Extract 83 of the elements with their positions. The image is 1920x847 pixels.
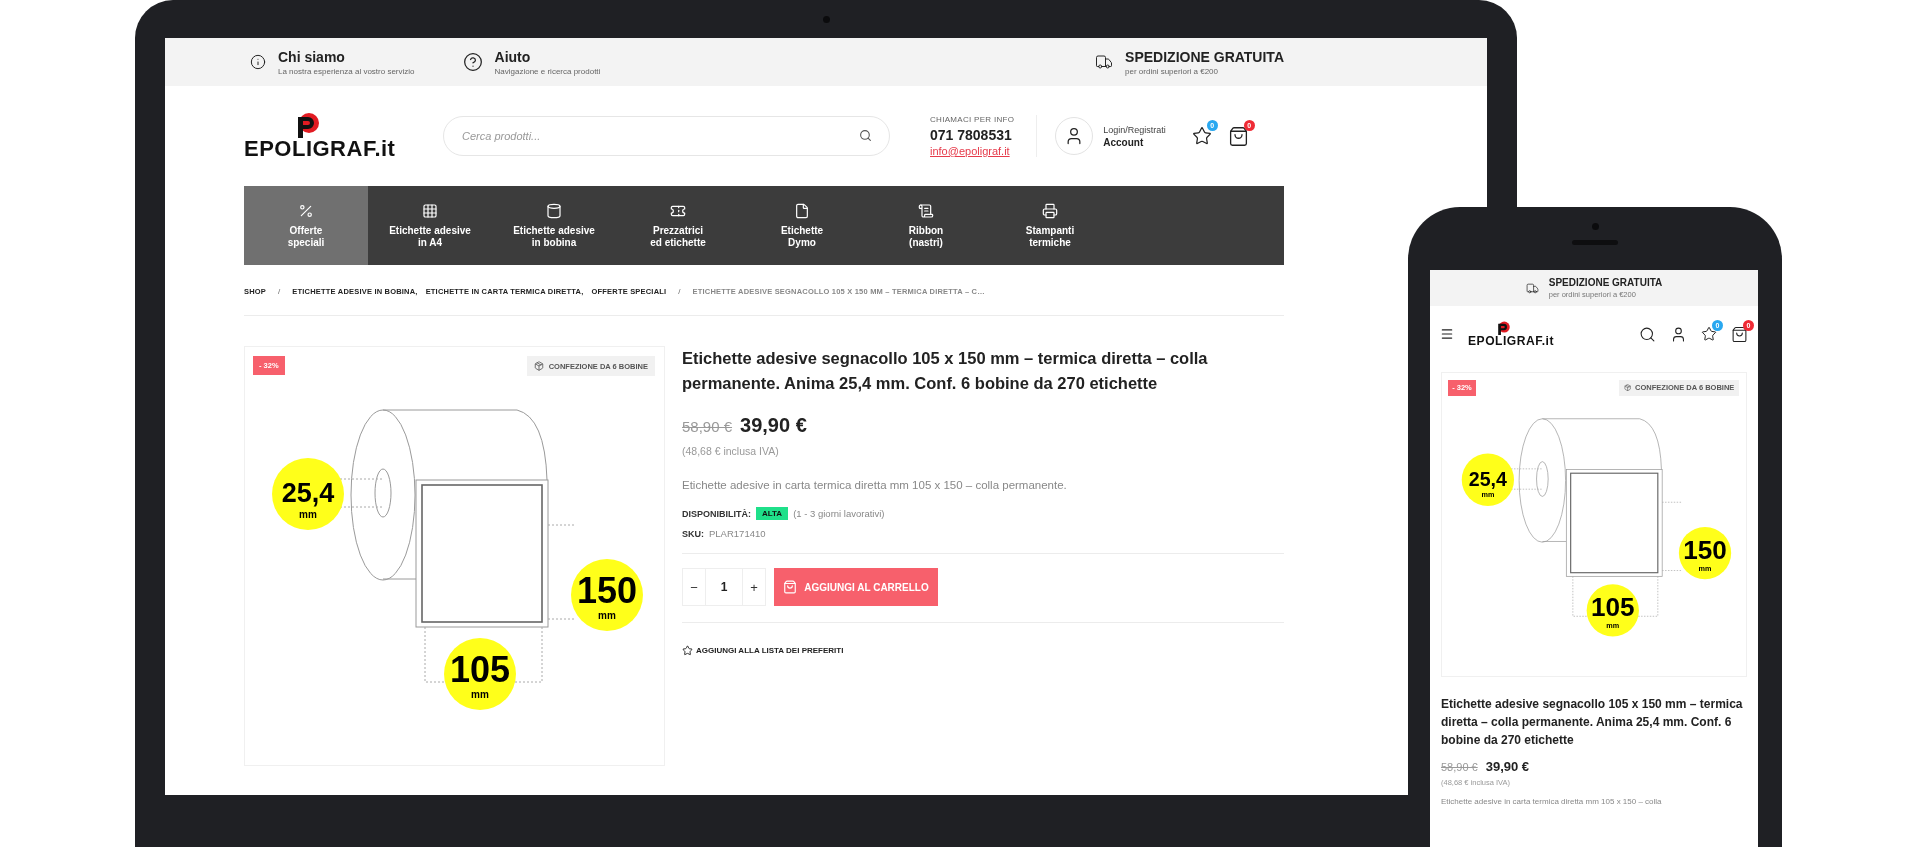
cart-icon[interactable] xyxy=(1227,125,1249,147)
decrease-button[interactable]: − xyxy=(682,568,706,606)
file-icon xyxy=(794,202,810,219)
help-icon[interactable] xyxy=(462,52,483,72)
wishlist-icon[interactable] xyxy=(1191,126,1212,146)
price: 39,90 € xyxy=(740,414,807,437)
login-link[interactable]: Login/Registrati xyxy=(1103,124,1166,135)
dimension-value: 105 xyxy=(1591,592,1635,623)
old-price: 58,90 € xyxy=(1441,761,1478,773)
availability-label: DISPONIBILITÀ: xyxy=(682,508,751,519)
nav-item[interactable]: Etichette adesive in bobina xyxy=(492,186,616,265)
nav-item[interactable]: Prezzatrici ed etichette xyxy=(616,186,740,265)
cylinder-icon xyxy=(546,202,562,219)
dimension-value: 150 xyxy=(1683,534,1727,565)
email-link[interactable]: info@epoligraf.it xyxy=(930,145,1015,157)
dimension-unit: mm xyxy=(1606,620,1620,630)
nav-item[interactable]: Offerte speciali xyxy=(244,186,368,265)
wishlist-link[interactable]: AGGIUNGI ALLA LISTA DEI PREFERITI xyxy=(682,645,1284,656)
product-title: Etichette adesive segnacollo 105 x 150 mm – termica diretta – colla permanente. Anima 25,4 mm. Conf. 6 bobine da 270 etichette xyxy=(682,348,1209,394)
percent-icon xyxy=(298,202,314,219)
dimension-value: 25,4 xyxy=(1468,467,1507,490)
top-link-title[interactable]: Aiuto xyxy=(494,48,601,65)
top-link-title[interactable]: Chi siamo xyxy=(278,48,415,65)
search-field[interactable]: Cerca prodotti... xyxy=(443,116,890,156)
truck-icon xyxy=(1525,281,1539,295)
nav-item[interactable]: Etichette adesive in A4 xyxy=(368,186,492,265)
phone-number: 071 7808531 xyxy=(930,127,1013,143)
product-title: Etichette adesive segnacollo 105 x 150 mm – termica diretta – colla permanente. Anima 25,4 mm. Conf. 6 bobine da 270 etichette xyxy=(1441,696,1744,749)
dimension-unit: mm xyxy=(471,689,489,700)
dimension-circle xyxy=(571,559,643,631)
shipping-title: SPEDIZIONE GRATUITA xyxy=(1548,277,1663,288)
nav-item[interactable]: Etichette Dymo xyxy=(740,186,864,265)
search-icon[interactable] xyxy=(1639,325,1656,343)
dimension-value: 25,4 xyxy=(281,478,335,508)
search-icon[interactable] xyxy=(859,129,872,142)
account-label[interactable]: Account xyxy=(1103,136,1166,148)
logo-text[interactable]: EPOLIGRAF.it xyxy=(1468,335,1554,348)
dimension-circle xyxy=(272,458,344,530)
logo-mark xyxy=(1495,320,1510,336)
menu-icon[interactable] xyxy=(1440,327,1454,341)
availability-note: (1 - 3 giorni lavorativi) xyxy=(793,508,885,519)
top-link-subtitle: Navigazione e ricerca prodotti xyxy=(494,66,601,76)
truck-icon xyxy=(1095,53,1114,71)
dimension-unit: mm xyxy=(299,509,317,520)
shipping-title: SPEDIZIONE GRATUITA xyxy=(1125,48,1284,65)
old-price: 58,90 € xyxy=(682,418,733,435)
contact-label: CHIAMACI PER INFO xyxy=(930,115,1015,124)
nav-item[interactable]: Stampanti termiche xyxy=(988,186,1112,265)
dimension-value: 150 xyxy=(576,570,638,611)
dimension-value: 105 xyxy=(449,649,511,690)
dimension-circle xyxy=(1678,526,1732,580)
grid-icon xyxy=(422,202,438,219)
quantity-field[interactable]: 1 xyxy=(706,568,742,606)
dimension-unit: mm xyxy=(1698,563,1712,573)
shipping-subtitle: per ordini superiori a €200 xyxy=(1125,66,1219,76)
dimension-circle xyxy=(1586,584,1639,637)
increase-button[interactable]: + xyxy=(742,568,766,606)
dimension-unit: mm xyxy=(598,610,616,621)
sku-label: SKU: xyxy=(682,528,704,539)
cart-icon[interactable] xyxy=(1731,325,1748,343)
product-description: Etichette adesive in carta termica diretta mm 105 x 150 – colla xyxy=(1441,797,1663,806)
price: 39,90 € xyxy=(1485,759,1530,774)
breadcrumb-separator: / xyxy=(278,287,281,296)
wishlist-icon[interactable] xyxy=(1701,326,1717,342)
breadcrumb-separator: / xyxy=(678,287,681,296)
star-icon xyxy=(682,645,693,656)
info-icon[interactable] xyxy=(250,54,266,70)
dimension-circle xyxy=(1461,453,1515,506)
logo-text[interactable]: EPOLIGRAF.it xyxy=(244,138,396,160)
box-icon xyxy=(533,361,544,371)
scroll-icon xyxy=(918,202,934,219)
nav-item[interactable]: Ribbon (nastri) xyxy=(864,186,988,265)
dimension-circle xyxy=(444,638,516,710)
box-icon xyxy=(1624,384,1632,392)
top-link-subtitle: La nostra esperienza al vostro servizio xyxy=(278,66,415,76)
sku-value: PLAR171410 xyxy=(709,528,766,539)
printer-icon xyxy=(1042,202,1058,219)
price-with-vat: (48,68 € inclusa IVA) xyxy=(682,445,780,457)
dimension-unit: mm xyxy=(1481,490,1495,500)
product-description: Etichette adesive in carta termica diretta mm 105 x 150 – colla permanente. xyxy=(682,479,1068,491)
availability-badge: ALTA xyxy=(756,507,789,520)
bag-icon xyxy=(783,580,798,594)
account-icon[interactable] xyxy=(1670,325,1687,343)
